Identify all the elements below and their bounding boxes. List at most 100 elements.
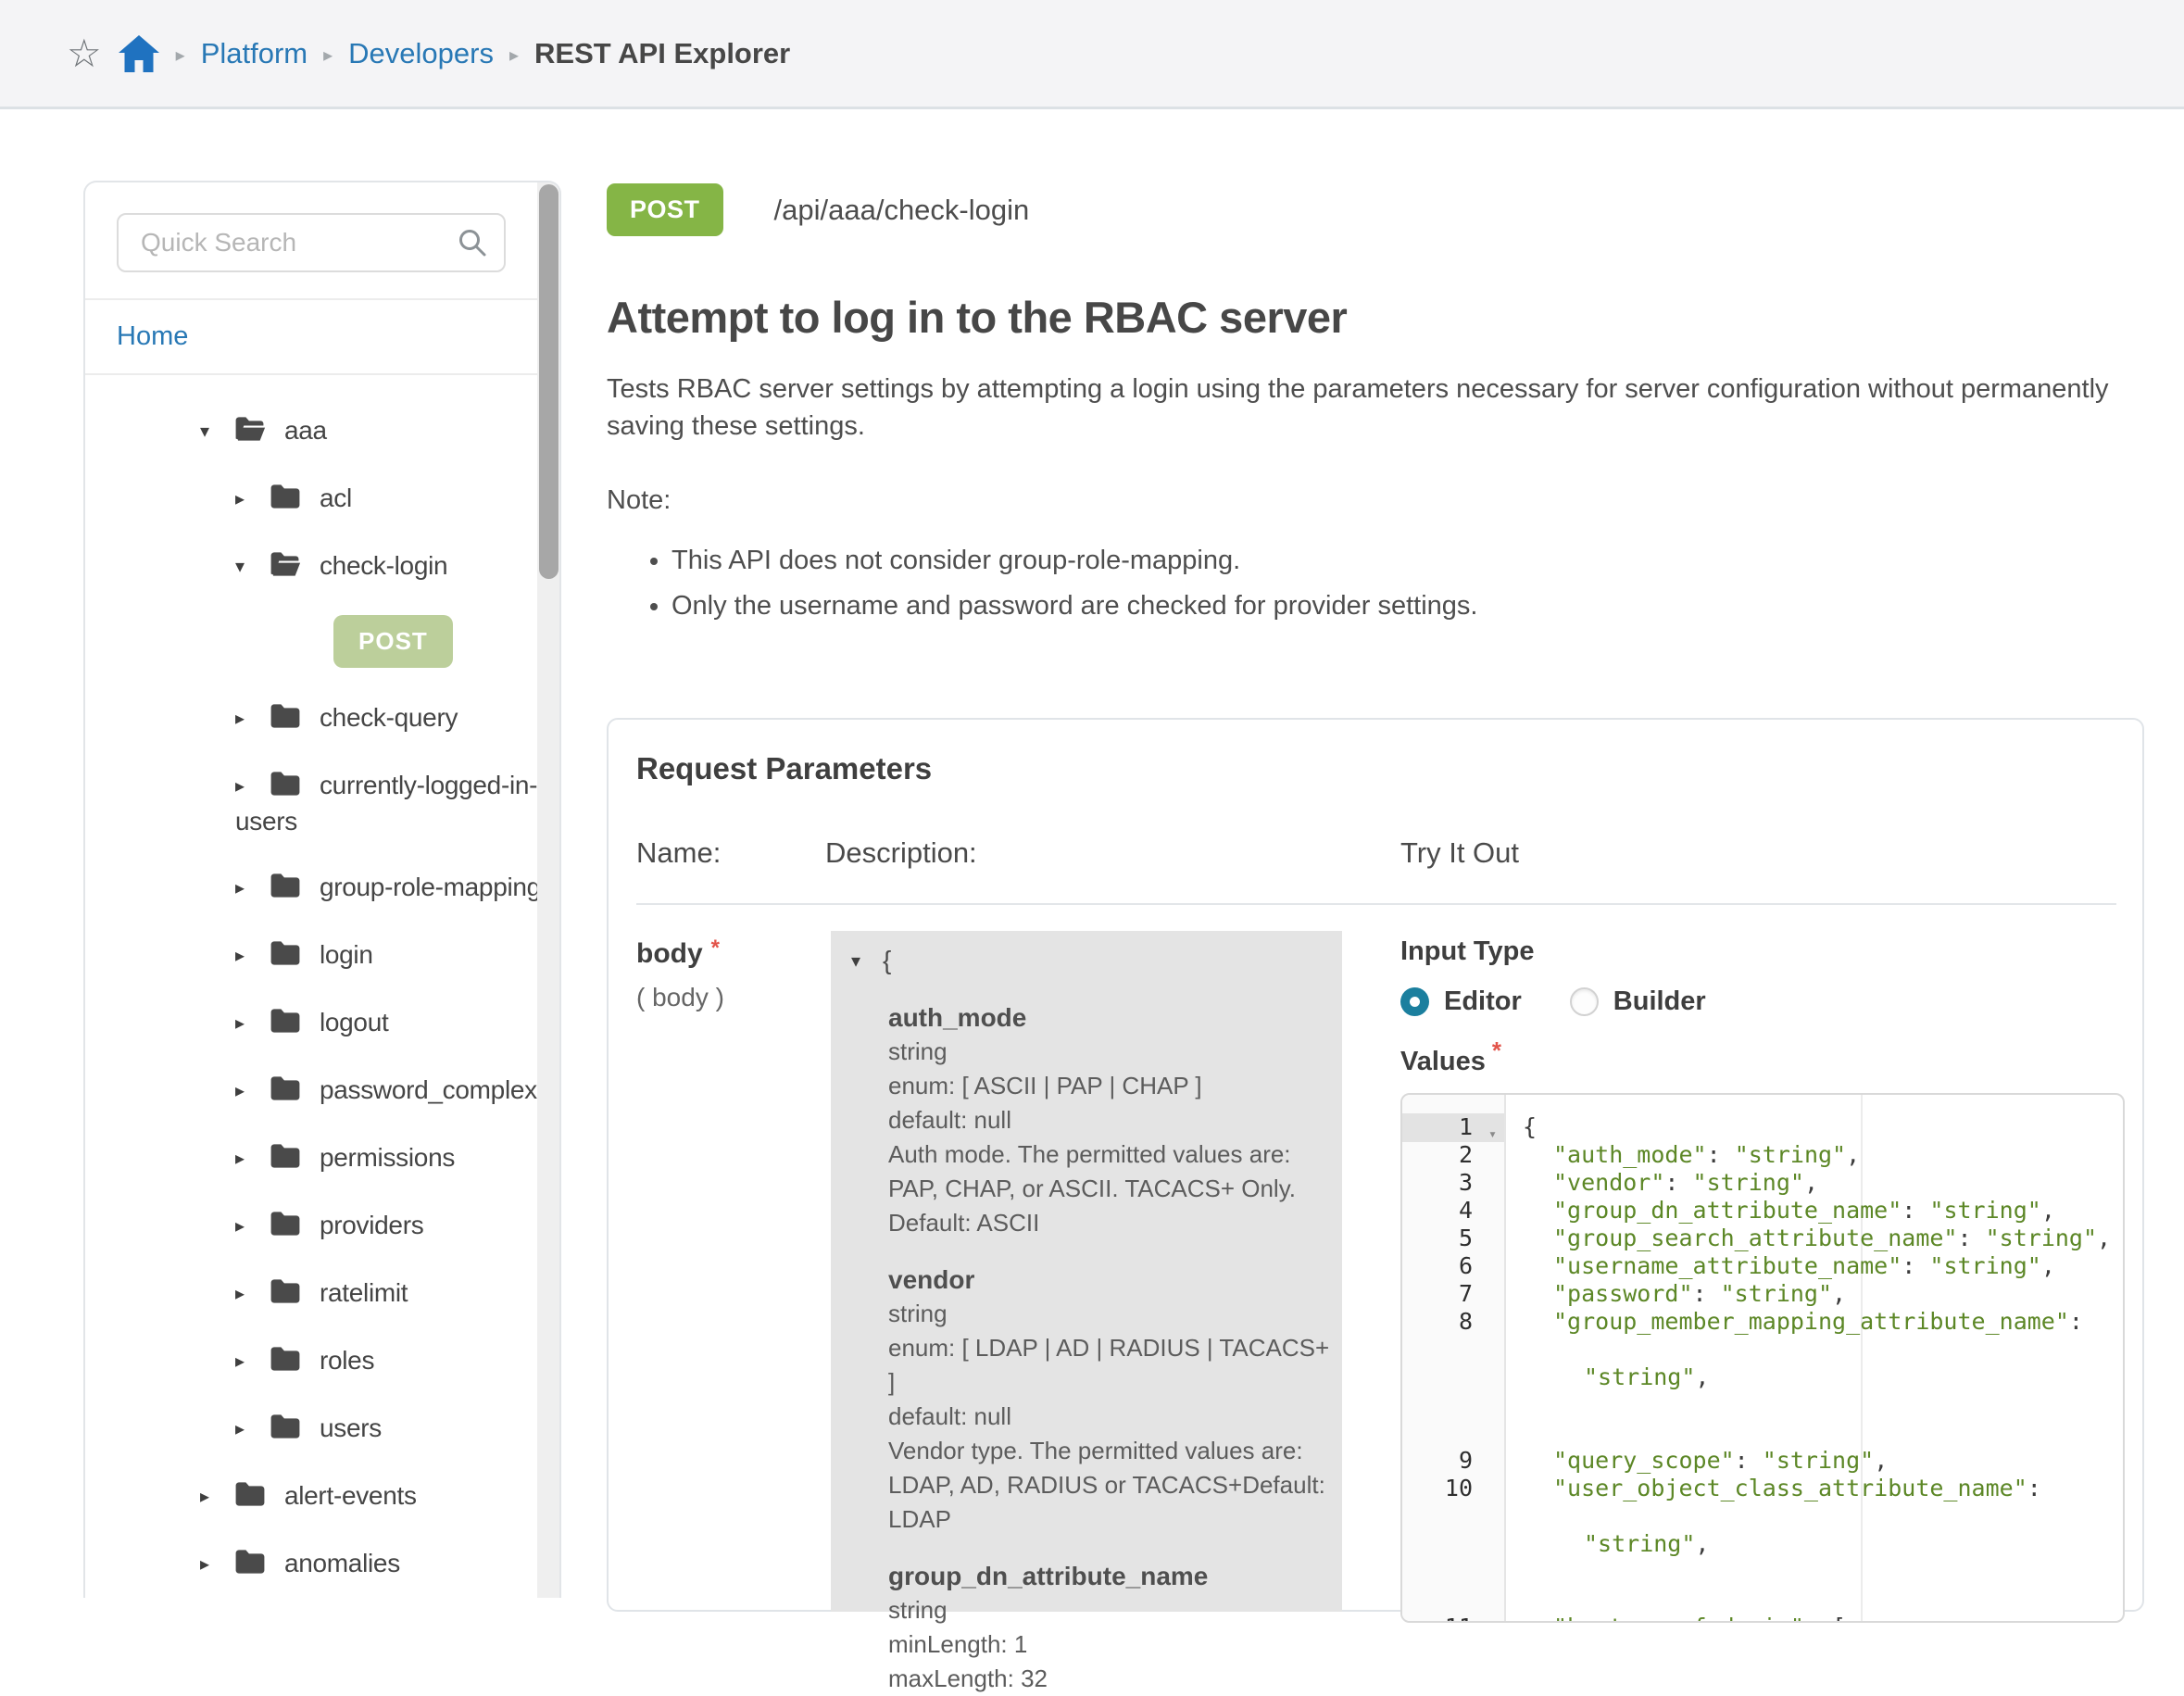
note-item: This API does not consider group-role-ma… xyxy=(672,546,2152,576)
folder-icon xyxy=(270,1075,301,1101)
schema-field-name: vendor xyxy=(888,1263,1331,1297)
sidebar-item-roles[interactable]: ▸ roles xyxy=(85,1327,556,1395)
caret-right-icon[interactable]: ▸ xyxy=(235,1413,263,1447)
radio-selected-icon[interactable] xyxy=(1400,987,1429,1016)
radio-editor-label: Editor xyxy=(1444,986,1522,1017)
schema-field: vendor string enum: [ LDAP | AD | RADIUS… xyxy=(888,1263,1331,1537)
sidebar-item-group-role-mappings[interactable]: ▸ group-role-mappings xyxy=(85,854,556,922)
breadcrumb-separator-icon: ▸ xyxy=(323,40,333,67)
sidebar-item-check-login-post[interactable]: POST xyxy=(85,600,556,685)
sidebar-item-aaa[interactable]: ▾ aaa xyxy=(85,397,556,465)
sidebar-item-alert-events[interactable]: ▸ alert-events xyxy=(85,1463,556,1530)
sidebar-item-label: providers xyxy=(320,1211,423,1239)
method-badge[interactable]: POST xyxy=(333,615,453,668)
divider xyxy=(636,903,2116,905)
json-values-editor[interactable]: 1▾ { 2 "auth_mode": "string", 3 "vendor"… xyxy=(1400,1093,2125,1623)
breadcrumb-link-developers[interactable]: Developers xyxy=(348,37,494,70)
sidebar-item-label: acl xyxy=(320,484,352,512)
sidebar-scrollbar-track[interactable] xyxy=(537,182,559,1598)
folder-icon xyxy=(234,1481,266,1507)
try-it-out-column: Input Type Editor Builder Values* 1▾ { xyxy=(1400,935,2125,1623)
column-header-description: Description: xyxy=(825,836,977,870)
sidebar-item-password-complexity[interactable]: ▸ password_complexity xyxy=(85,1057,556,1124)
folder-icon xyxy=(270,1413,301,1439)
schema-field-default: default: null xyxy=(888,1400,1331,1434)
sidebar-item-anomalies[interactable]: ▸ anomalies xyxy=(85,1530,556,1598)
schema-field-name: auth_mode xyxy=(888,1000,1331,1035)
sidebar-item-label: login xyxy=(320,940,373,969)
sidebar-item-label: alert-events xyxy=(284,1481,417,1510)
fold-caret-icon[interactable]: ▾ xyxy=(1488,1620,1497,1623)
sidebar-item-label: permissions xyxy=(320,1143,455,1172)
sidebar-item-label: ratelimit xyxy=(320,1278,408,1307)
caret-down-icon[interactable]: ▾ xyxy=(235,550,263,584)
input-type-label: Input Type xyxy=(1400,935,2125,968)
radio-builder-label: Builder xyxy=(1613,986,1706,1017)
folder-icon xyxy=(270,1211,301,1237)
schema-field-minlength: minLength: 1 xyxy=(888,1627,1331,1662)
caret-right-icon[interactable]: ▸ xyxy=(235,939,263,974)
sidebar-item-ratelimit[interactable]: ▸ ratelimit xyxy=(85,1260,556,1327)
breadcrumb-link-platform[interactable]: Platform xyxy=(201,37,308,70)
sidebar-item-check-login[interactable]: ▾ check-login xyxy=(85,533,556,600)
schema-field-enum: enum: [ ASCII | PAP | CHAP ] xyxy=(888,1069,1331,1103)
search-input[interactable] xyxy=(117,213,506,272)
sidebar-item-home[interactable]: Home xyxy=(85,300,559,373)
code-line: 2 "auth_mode": "string", xyxy=(1402,1141,2123,1169)
code-line: 11▾ "hostname_fqdn_ip": [ xyxy=(1402,1614,2123,1623)
endpoint-path: /api/aaa/check-login xyxy=(774,194,1030,227)
caret-right-icon[interactable]: ▸ xyxy=(235,1277,263,1312)
column-header-name: Name: xyxy=(636,836,721,870)
folder-open-icon xyxy=(270,551,301,577)
sidebar-item-check-query[interactable]: ▸ check-query xyxy=(85,685,556,752)
schema-field-type: string xyxy=(888,1035,1331,1069)
sidebar-item-label: check-login xyxy=(320,551,447,580)
sidebar-item-label: users xyxy=(320,1413,382,1442)
caret-right-icon[interactable]: ▸ xyxy=(200,1548,228,1582)
quick-search-container xyxy=(85,182,559,298)
sidebar-item-currently-logged-in-users[interactable]: ▸ currently-logged-in-users xyxy=(85,752,556,854)
code-line: 9 "query_scope": "string", xyxy=(1402,1447,2123,1475)
caret-right-icon[interactable]: ▸ xyxy=(235,702,263,736)
caret-right-icon[interactable]: ▸ xyxy=(235,770,263,804)
caret-right-icon[interactable]: ▸ xyxy=(200,1480,228,1514)
search-icon xyxy=(458,228,487,258)
request-parameters-panel: Request Parameters Name: Description: Tr… xyxy=(607,718,2144,1612)
radio-editor[interactable]: Editor xyxy=(1400,986,1522,1017)
folder-icon xyxy=(270,873,301,898)
radio-unselected-icon[interactable] xyxy=(1570,987,1599,1016)
column-header-try-it-out: Try It Out xyxy=(1400,836,1519,870)
schema-field-description: Auth mode. The permitted values are: PAP… xyxy=(888,1137,1331,1240)
favorite-star-icon[interactable]: ☆ xyxy=(67,34,102,73)
caret-right-icon[interactable]: ▸ xyxy=(235,483,263,517)
sidebar-scrollbar-thumb[interactable] xyxy=(539,184,559,579)
sidebar-item-providers[interactable]: ▸ providers xyxy=(85,1192,556,1260)
radio-builder[interactable]: Builder xyxy=(1570,986,1706,1017)
schema-field-enum: enum: [ LDAP | AD | RADIUS | TACACS+ ] xyxy=(888,1331,1331,1400)
schema-field-description: Vendor type. The permitted values are: L… xyxy=(888,1434,1331,1537)
sidebar-item-logout[interactable]: ▸ logout xyxy=(85,989,556,1057)
sidebar-item-login[interactable]: ▸ login xyxy=(85,922,556,989)
breadcrumb-bar: ☆ ▸ Platform ▸ Developers ▸ REST API Exp… xyxy=(0,0,2184,109)
caret-down-icon[interactable]: ▾ xyxy=(851,945,883,978)
home-icon[interactable] xyxy=(118,34,160,73)
caret-right-icon[interactable]: ▸ xyxy=(235,1210,263,1244)
caret-down-icon[interactable]: ▾ xyxy=(200,415,228,449)
note-list: This API does not consider group-role-ma… xyxy=(607,546,2152,622)
caret-right-icon[interactable]: ▸ xyxy=(235,1345,263,1379)
caret-right-icon[interactable]: ▸ xyxy=(235,1142,263,1176)
folder-icon xyxy=(270,1143,301,1169)
caret-right-icon[interactable]: ▸ xyxy=(235,1007,263,1041)
breadcrumb-separator-icon: ▸ xyxy=(176,40,185,67)
sidebar-item-permissions[interactable]: ▸ permissions xyxy=(85,1124,556,1192)
caret-right-icon[interactable]: ▸ xyxy=(235,1074,263,1109)
schema-field-name: group_dn_attribute_name xyxy=(888,1559,1331,1593)
api-tree-sidebar: Home ▾ aaa ▸ acl ▾ check-login xyxy=(83,181,561,1598)
sidebar-item-acl[interactable]: ▸ acl xyxy=(85,465,556,533)
required-asterisk: * xyxy=(1492,1036,1501,1064)
folder-icon xyxy=(270,1008,301,1034)
caret-right-icon[interactable]: ▸ xyxy=(235,872,263,906)
sidebar-item-users[interactable]: ▸ users xyxy=(85,1395,556,1463)
folder-open-icon xyxy=(234,416,266,442)
sidebar-item-label: anomalies xyxy=(284,1549,400,1577)
